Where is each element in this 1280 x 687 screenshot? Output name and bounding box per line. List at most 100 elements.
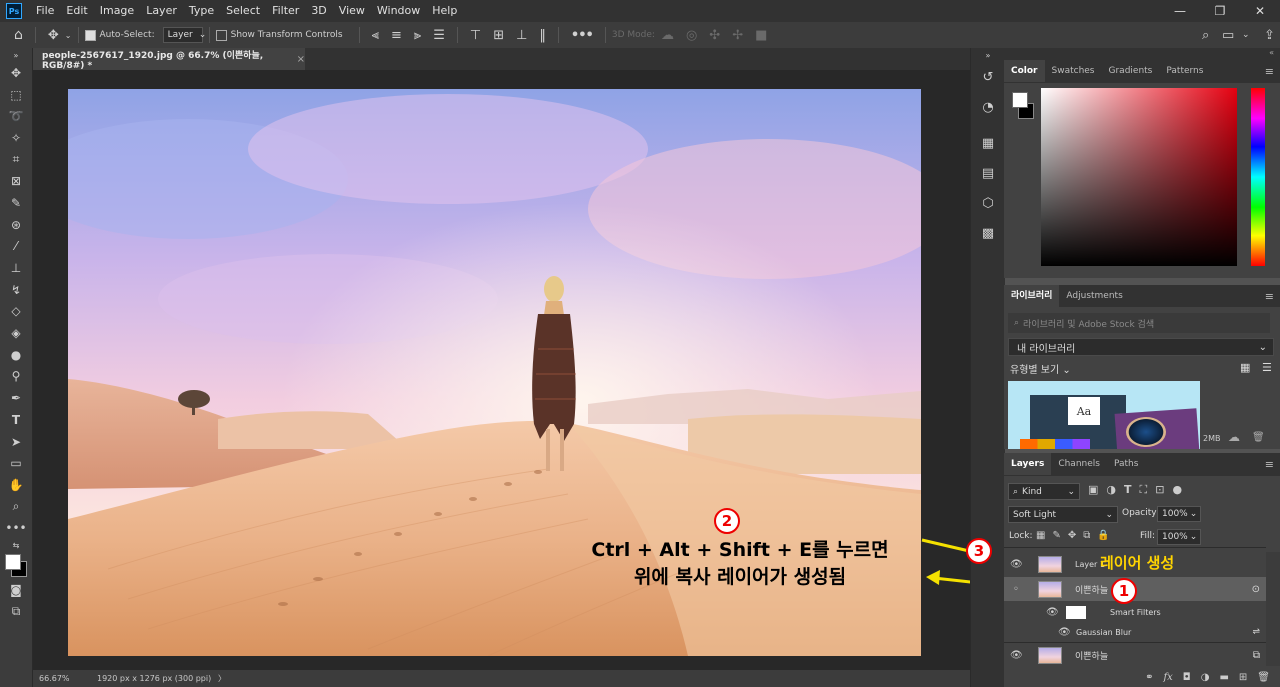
opacity-input[interactable]: 100% ⌄	[1157, 506, 1201, 522]
lock-image-icon[interactable]: ✎	[1052, 530, 1060, 541]
chevron-down-icon[interactable]: ⌄	[65, 31, 72, 40]
panel-menu-icon[interactable]: ≡	[1265, 65, 1274, 78]
tab-gradients[interactable]: Gradients	[1102, 60, 1160, 82]
smart-filter-icon[interactable]: ⊙	[1252, 584, 1260, 595]
tab-color[interactable]: Color	[1004, 60, 1045, 82]
tab-channels[interactable]: Channels	[1051, 453, 1107, 475]
filter-pixel-icon[interactable]: ▣	[1088, 483, 1098, 497]
menu-select[interactable]: Select	[220, 0, 266, 22]
tab-paths[interactable]: Paths	[1107, 453, 1145, 475]
align-top-icon[interactable]: ⊤	[470, 28, 481, 43]
panel-menu-icon[interactable]: ≡	[1265, 290, 1274, 303]
history-panel-icon[interactable]: ↺	[971, 62, 1005, 92]
zoom-tool-icon[interactable]: ⌕	[0, 496, 32, 518]
align-right-icon[interactable]: ⫸	[414, 28, 421, 43]
foreground-color-swatch[interactable]	[1012, 92, 1028, 108]
menu-3d[interactable]: 3D	[305, 0, 332, 22]
align-middle-icon[interactable]: ⊞	[493, 28, 504, 43]
hand-tool-icon[interactable]: ✋	[0, 474, 32, 496]
tab-libraries[interactable]: 라이브러리	[1004, 285, 1060, 307]
align-center-icon[interactable]: ≡	[391, 28, 402, 43]
crop-tool-icon[interactable]: ⌗	[0, 149, 32, 171]
frame-tool-icon[interactable]: ⊠	[0, 170, 32, 192]
quick-mask-icon[interactable]: ◙	[0, 579, 32, 601]
restore-button[interactable]: ❐	[1200, 0, 1240, 22]
color-field[interactable]	[1041, 88, 1237, 266]
workspace-icon[interactable]: ▭	[1222, 28, 1234, 43]
gaussian-blur-row[interactable]: 👁 Gaussian Blur ⇌	[1004, 623, 1266, 641]
lasso-tool-icon[interactable]: ➰	[0, 105, 32, 127]
tab-adjustments[interactable]: Adjustments	[1059, 285, 1129, 307]
blend-mode-dropdown[interactable]: Soft Light ⌄	[1008, 506, 1118, 523]
more-tools-icon[interactable]: •••	[0, 517, 32, 539]
tab-layers[interactable]: Layers	[1004, 453, 1052, 475]
filter-smart-object-icon[interactable]: ⊡	[1155, 483, 1164, 497]
trash-icon[interactable]: 🗑	[1252, 432, 1265, 443]
add-mask-icon[interactable]: ◘	[1183, 672, 1191, 683]
menu-layer[interactable]: Layer	[140, 0, 183, 22]
path-selection-tool-icon[interactable]: ➤	[0, 431, 32, 453]
chevron-down-icon[interactable]: ⌄	[1242, 30, 1250, 40]
hue-slider[interactable]	[1251, 88, 1265, 266]
layer-row-background[interactable]: 👁 이쁜하늘 ⧉	[1004, 643, 1266, 667]
properties-panel-icon[interactable]: ◔	[971, 92, 1005, 122]
color-swatches[interactable]	[0, 551, 32, 579]
close-icon[interactable]: ×	[297, 54, 305, 65]
document-tab[interactable]: people-2567617_1920.jpg @ 66.7% (이쁜하늘, R…	[33, 48, 305, 71]
layers-scrollbar[interactable]	[1266, 552, 1280, 666]
status-arrow-icon[interactable]: 〉	[218, 673, 226, 684]
move-tool-icon[interactable]: ✥	[0, 62, 32, 84]
close-button[interactable]: ✕	[1240, 0, 1280, 22]
smart-filters-row[interactable]: 👁 Smart Filters	[1004, 602, 1266, 622]
eraser-tool-icon[interactable]: ◇	[0, 301, 32, 323]
more-options-button[interactable]: •••	[571, 28, 594, 43]
share-icon[interactable]: ⇪	[1264, 28, 1275, 43]
menu-window[interactable]: Window	[371, 0, 426, 22]
delete-layer-icon[interactable]: 🗑	[1257, 672, 1270, 683]
checkbox-checked-icon[interactable]	[84, 29, 96, 41]
menu-help[interactable]: Help	[426, 0, 463, 22]
healing-brush-tool-icon[interactable]: ⊛	[0, 214, 32, 236]
library-select[interactable]: 내 라이브러리 ⌄	[1008, 338, 1274, 356]
menu-file[interactable]: File	[30, 0, 60, 22]
library-thumbnail[interactable]: Aa	[1008, 381, 1200, 449]
brushes-panel-icon[interactable]: ▦	[971, 128, 1005, 158]
visibility-eye-icon[interactable]: 👁	[1058, 627, 1071, 638]
lock-all-icon[interactable]: 🔒	[1097, 530, 1109, 541]
collapse-icon[interactable]: »	[0, 48, 32, 62]
link-layers-icon[interactable]: ⚭	[1145, 672, 1153, 683]
dodge-tool-icon[interactable]: ⚲	[0, 366, 32, 388]
visibility-eye-icon[interactable]: 👁	[1010, 650, 1023, 661]
fx-button[interactable]: fx	[1163, 672, 1172, 683]
filter-type-icon[interactable]: T	[1124, 483, 1132, 497]
eyedropper-tool-icon[interactable]: ✎	[0, 192, 32, 214]
menu-type[interactable]: Type	[183, 0, 220, 22]
move-tool-icon[interactable]: ✥	[48, 28, 59, 43]
swap-colors-icon[interactable]: ⇆	[0, 539, 32, 551]
menu-edit[interactable]: Edit	[60, 0, 93, 22]
filter-shape-icon[interactable]: ⛶	[1140, 483, 1148, 497]
search-icon[interactable]: ⌕	[1202, 28, 1209, 43]
minimize-button[interactable]: —	[1160, 0, 1200, 22]
rectangle-tool-icon[interactable]: ▭	[0, 452, 32, 474]
view-by-dropdown[interactable]: 유형별 보기 ⌄	[1010, 361, 1071, 376]
grid-view-icon[interactable]: ▦	[1240, 361, 1250, 374]
align-left-icon[interactable]: ⫷	[372, 28, 379, 43]
layer-filter-kind[interactable]: ⌕ Kind ⌄	[1008, 483, 1080, 500]
clone-stamp-tool-icon[interactable]: ⊥	[0, 257, 32, 279]
filter-adjustment-icon[interactable]: ◑	[1106, 483, 1116, 497]
show-transform-checkbox[interactable]: Show Transform Controls	[215, 29, 343, 41]
history-brush-tool-icon[interactable]: ↯	[0, 279, 32, 301]
brush-tool-icon[interactable]: ⁄	[0, 236, 32, 258]
tab-swatches[interactable]: Swatches	[1045, 60, 1102, 82]
pen-tool-icon[interactable]: ✒	[0, 387, 32, 409]
tab-patterns[interactable]: Patterns	[1159, 60, 1210, 82]
filter-toggle-icon[interactable]: ●	[1172, 483, 1182, 497]
collapse-icon[interactable]: «	[1004, 48, 1280, 60]
align-bottom-icon[interactable]: ⊥	[516, 28, 527, 43]
zoom-level[interactable]: 66.67%	[39, 674, 89, 683]
adjustment-layer-icon[interactable]: ◑	[1201, 672, 1210, 683]
lock-transparent-icon[interactable]: ▦	[1036, 530, 1045, 541]
checkbox-icon[interactable]	[215, 29, 227, 41]
menu-view[interactable]: View	[333, 0, 371, 22]
